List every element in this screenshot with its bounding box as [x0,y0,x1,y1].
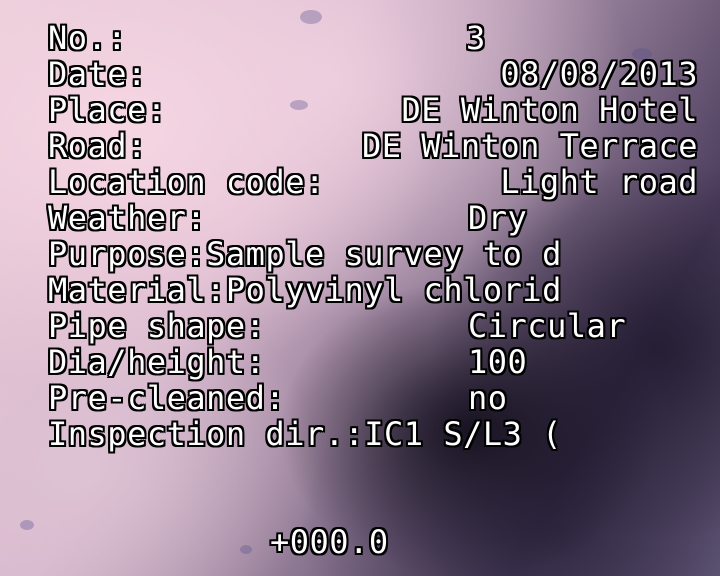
number-value: 3 [466,19,486,57]
row-pre-cleaned: Pre-cleaned: no [48,380,698,416]
row-date: Date: 08/08/2013 [48,56,698,92]
inspection-overlay: No.: 3 Date: 08/08/2013 Place: DE Winton… [48,20,698,452]
road-value: DE Winton Terrace [361,127,698,165]
row-location-code: Location code: Light road [48,164,698,200]
row-dia-height: Dia/height: 100 [48,344,698,380]
pre-cleaned-value: no [468,379,508,417]
pipe-shape-label: Pipe shape: [48,307,266,345]
row-purpose: Purpose:Sample survey to d [48,236,698,272]
row-road: Road: DE Winton Terrace [48,128,698,164]
speckle [20,520,34,530]
road-label: Road: [48,127,147,165]
row-inspection-dir: Inspection dir.:IC1 S/L3 ( [48,416,698,452]
row-number: No.: 3 [48,20,698,56]
location-code-label: Location code: [48,163,325,201]
row-pipe-shape: Pipe shape: Circular [48,308,698,344]
weather-label: Weather: [48,199,207,237]
date-label: Date: [48,55,147,93]
date-value: 08/08/2013 [500,55,698,93]
inspection-dir-line: Inspection dir.:IC1 S/L3 ( [48,415,562,453]
pipe-shape-value: Circular [468,307,627,345]
row-material: Material:Polyvinyl chlorid [48,272,698,308]
camera-feed: No.: 3 Date: 08/08/2013 Place: DE Winton… [0,0,720,576]
row-weather: Weather: Dry [48,200,698,236]
purpose-line: Purpose:Sample survey to d [48,235,562,273]
location-code-value: Light road [500,163,698,201]
dia-height-label: Dia/height: [48,343,266,381]
material-line: Material:Polyvinyl chlorid [48,271,562,309]
weather-value: Dry [468,199,528,237]
speckle [240,545,252,554]
place-label: Place: [48,91,167,129]
row-place: Place: DE Winton Hotel [48,92,698,128]
distance-counter: +000.0 [270,523,389,561]
dia-height-value: 100 [468,343,528,381]
number-label: No.: [48,19,128,57]
place-value: DE Winton Hotel [401,91,698,129]
pre-cleaned-label: Pre-cleaned: [48,379,286,417]
